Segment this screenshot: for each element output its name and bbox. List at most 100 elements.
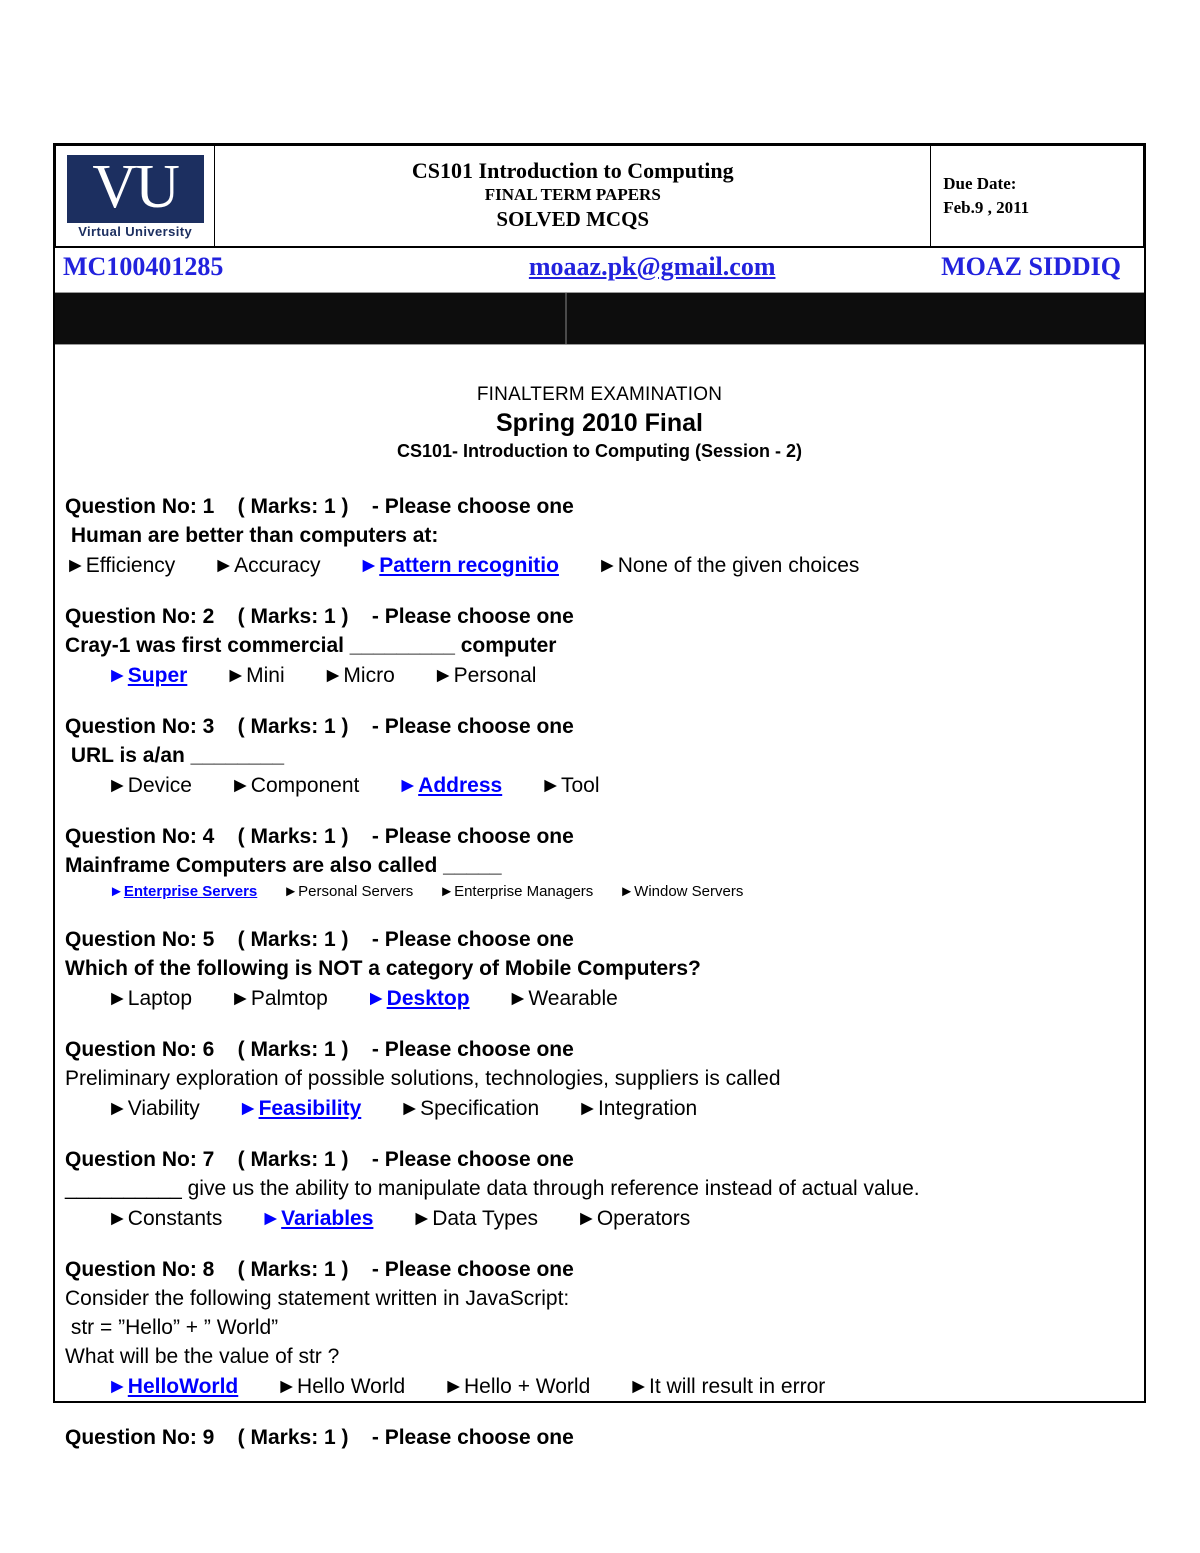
author-row-inner: MC100401285 moaaz.pk@gmail.com MOAZ SIDD… <box>55 248 1144 286</box>
triangle-bullet-icon: ► <box>577 1096 598 1120</box>
vu-logo-mark: VU <box>66 155 204 223</box>
option-correct[interactable]: ► Address <box>397 770 502 801</box>
option-label: Laptop <box>127 986 193 1010</box>
option-row: ► Constants ► Variables ► Data Types ► Oper… <box>65 1203 1136 1234</box>
triangle-bullet-icon: ► <box>443 1374 464 1398</box>
option-label: Mini <box>246 663 285 687</box>
option-choice[interactable]: ► Operators <box>576 1203 690 1234</box>
option-correct[interactable]: ► Super <box>107 660 187 691</box>
triangle-bullet-icon: ► <box>237 1096 259 1120</box>
triangle-bullet-icon: ► <box>230 773 251 797</box>
question-stem: Mainframe Computers are also called ____… <box>65 853 502 877</box>
option-label: Personal <box>453 663 537 687</box>
option-correct[interactable]: ► Variables <box>260 1203 373 1234</box>
triangle-bullet-icon: ► <box>365 986 387 1010</box>
option-choice[interactable]: ► Hello World <box>276 1371 405 1402</box>
question-header: Question No: 5 ( Marks: 1 ) - Please cho… <box>65 927 574 951</box>
option-choice[interactable]: ► Palmtop <box>230 983 328 1014</box>
triangle-bullet-icon: ► <box>596 553 618 577</box>
option-correct[interactable]: ► HelloWorld <box>107 1371 238 1402</box>
vu-logo-letters: VU <box>92 155 180 221</box>
option-label: Hello World <box>297 1374 406 1398</box>
question-stem: Human are better than computers at: <box>65 523 439 547</box>
triangle-bullet-icon: ► <box>107 1374 128 1398</box>
option-label: Wearable <box>528 986 618 1010</box>
triangle-bullet-icon: ► <box>322 663 344 687</box>
band-right-segment <box>567 293 1144 344</box>
option-choice[interactable]: ► Data Types <box>411 1203 538 1234</box>
option-correct[interactable]: ► Desktop <box>366 983 470 1014</box>
paper-header-table: VU Virtual University CS101 Introduction… <box>54 145 1144 247</box>
triangle-bullet-icon: ► <box>283 882 299 900</box>
option-choice[interactable]: ► None of the given choices <box>597 550 859 581</box>
option-row: ► Super ► Mini ► Micro ► Personal <box>65 660 1136 691</box>
triangle-bullet-icon: ► <box>276 1374 298 1398</box>
option-choice[interactable]: ► Tool <box>540 770 599 801</box>
option-choice[interactable]: ► Micro <box>323 660 395 691</box>
option-choice[interactable]: ► Device <box>107 770 192 801</box>
triangle-bullet-icon: ► <box>619 882 635 900</box>
black-separator-band <box>55 291 1144 345</box>
due-date-value: Feb.9 , 2011 <box>943 198 1030 217</box>
question-block: Question No: 2 ( Marks: 1 ) - Please cho… <box>65 603 1136 691</box>
triangle-bullet-icon: ► <box>213 553 235 577</box>
option-row: ► Enterprise Servers ► Personal Servers ► … <box>65 880 1136 904</box>
option-choice[interactable]: ► Efficiency <box>65 550 175 581</box>
option-choice[interactable]: ► Hello + World <box>443 1371 590 1402</box>
option-label: None of the given choices <box>617 553 860 577</box>
question-stem: Cray-1 was first commercial _________ co… <box>65 633 557 657</box>
triangle-bullet-icon: ► <box>576 1206 597 1230</box>
option-label: Enterprise Servers <box>123 882 258 900</box>
triangle-bullet-icon: ► <box>107 1096 128 1120</box>
option-row: ► Laptop ► Palmtop ► Desktop ► Wearable <box>65 983 1136 1014</box>
option-label: Super <box>127 663 188 687</box>
email-link[interactable]: moaaz.pk@gmail.com <box>529 252 776 281</box>
option-label: Personal Servers <box>298 882 414 900</box>
option-choice[interactable]: ► Personal <box>433 660 537 691</box>
option-label: Efficiency <box>85 553 176 577</box>
option-choice[interactable]: ► Integration <box>577 1093 697 1124</box>
option-label: Specification <box>420 1096 540 1120</box>
paper-type: FINAL TERM PAPERS <box>484 185 661 204</box>
question-block: Question No: 9 ( Marks: 1 ) - Please cho… <box>65 1424 1136 1452</box>
option-choice[interactable]: ► Personal Servers <box>283 880 413 904</box>
option-choice[interactable]: ► It will result in error <box>628 1371 825 1402</box>
option-choice[interactable]: ► Specification <box>399 1093 539 1124</box>
header-row: VU Virtual University CS101 Introduction… <box>54 145 1144 247</box>
title-cell: CS101 Introduction to Computing FINAL TE… <box>214 145 932 247</box>
option-label: Feasibility <box>258 1096 362 1120</box>
question-stem: __________ give us the ability to manipu… <box>65 1176 920 1200</box>
question-stem: URL is a/an ________ <box>65 743 285 767</box>
question-block: Question No: 8 ( Marks: 1 ) - Please cho… <box>65 1256 1136 1402</box>
option-correct[interactable]: ► Pattern recognitio <box>358 550 559 581</box>
exam-paper-sheet: VU Virtual University CS101 Introduction… <box>53 143 1146 1449</box>
option-label: Micro <box>343 663 395 687</box>
option-choice[interactable]: ► Window Servers <box>619 880 743 904</box>
author-row: MC100401285 moaaz.pk@gmail.com MOAZ SIDD… <box>55 247 1144 286</box>
option-choice[interactable]: ► Wearable <box>508 983 618 1014</box>
option-choice[interactable]: ► Component <box>230 770 359 801</box>
exam-heading-line2: Spring 2010 Final <box>495 408 703 437</box>
question-block: Question No: 3 ( Marks: 1 ) - Please cho… <box>65 713 1136 801</box>
option-choice[interactable]: ► Enterprise Managers <box>439 880 593 904</box>
triangle-bullet-icon: ► <box>109 882 124 900</box>
option-label: Variables <box>281 1206 374 1230</box>
question-block: Question No: 5 ( Marks: 1 ) - Please cho… <box>65 926 1136 1014</box>
option-correct[interactable]: ► Enterprise Servers <box>109 880 257 904</box>
option-choice[interactable]: ► Accuracy <box>213 550 320 581</box>
option-label: Data Types <box>432 1206 539 1230</box>
triangle-bullet-icon: ► <box>507 986 529 1010</box>
question-header: Question No: 6 ( Marks: 1 ) - Please cho… <box>65 1037 574 1061</box>
vu-logo-caption: Virtual University <box>78 224 193 239</box>
band-left-segment <box>55 292 567 344</box>
option-label: Enterprise Managers <box>454 882 594 900</box>
option-correct[interactable]: ► Feasibility <box>238 1093 362 1124</box>
question-header: Question No: 7 ( Marks: 1 ) - Please cho… <box>65 1147 574 1171</box>
option-choice[interactable]: ► Mini <box>225 660 284 691</box>
option-choice[interactable]: ► Viability <box>107 1093 200 1124</box>
question-block: Question No: 7 ( Marks: 1 ) - Please cho… <box>65 1146 1136 1234</box>
student-id: MC100401285 <box>63 251 224 281</box>
option-choice[interactable]: ► Constants <box>107 1203 222 1234</box>
question-stem: Which of the following is NOT a category… <box>65 956 701 980</box>
option-choice[interactable]: ► Laptop <box>107 983 192 1014</box>
